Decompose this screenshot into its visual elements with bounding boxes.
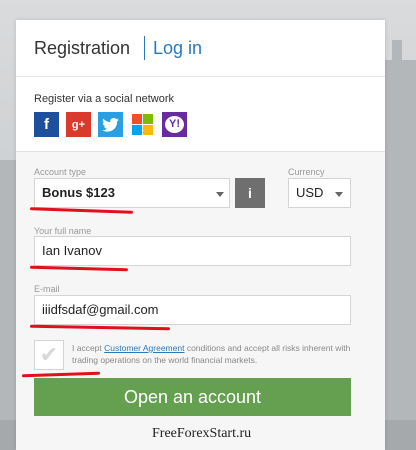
- tab-login[interactable]: Log in: [153, 38, 202, 59]
- accept-text: I accept Customer Agreement conditions a…: [72, 342, 357, 366]
- social-icons: f g+ Y!: [34, 112, 187, 137]
- twitter-icon[interactable]: [98, 112, 123, 137]
- twitter-bird-icon: [102, 117, 119, 132]
- full-name-field[interactable]: Ian Ivanov: [34, 236, 351, 266]
- yahoo-glyph: Y!: [165, 116, 184, 133]
- account-type-label: Account type: [34, 167, 87, 177]
- customer-agreement-link[interactable]: Customer Agreement: [104, 343, 184, 353]
- open-account-button[interactable]: Open an account: [34, 378, 351, 416]
- account-type-value: Bonus $123: [42, 185, 115, 200]
- chevron-down-icon: [216, 192, 224, 197]
- site-watermark: FreeForexStart.ru: [152, 426, 252, 441]
- tab-registration[interactable]: Registration: [34, 38, 130, 59]
- registration-card: Registration Log in Register via a socia…: [16, 20, 385, 450]
- email-field[interactable]: iiidfsdaf@gmail.com: [34, 295, 351, 325]
- accept-checkbox[interactable]: ✔: [34, 340, 64, 370]
- email-label: E-mail: [34, 284, 60, 294]
- currency-value: USD: [296, 185, 324, 200]
- social-register-section: Register via a social network f g+ Y!: [16, 77, 385, 152]
- currency-select[interactable]: USD: [288, 178, 351, 208]
- full-name-label: Your full name: [34, 226, 92, 236]
- microsoft-logo-icon: [132, 114, 153, 135]
- google-plus-icon[interactable]: g+: [66, 112, 91, 137]
- facebook-icon[interactable]: f: [34, 112, 59, 137]
- account-info-button[interactable]: i: [235, 178, 265, 208]
- card-header: Registration Log in: [16, 20, 385, 77]
- account-type-select[interactable]: Bonus $123: [34, 178, 230, 208]
- email-value: iiidfsdaf@gmail.com: [42, 302, 159, 317]
- currency-label: Currency: [288, 167, 325, 177]
- yahoo-icon[interactable]: Y!: [162, 112, 187, 137]
- full-name-value: Ian Ivanov: [42, 243, 102, 258]
- chevron-down-icon: [335, 192, 343, 197]
- tab-divider: [144, 36, 145, 60]
- checkmark-icon: ✔: [39, 342, 59, 367]
- accept-text-before: I accept: [72, 343, 105, 353]
- microsoft-icon[interactable]: [130, 112, 155, 137]
- social-label: Register via a social network: [34, 93, 175, 105]
